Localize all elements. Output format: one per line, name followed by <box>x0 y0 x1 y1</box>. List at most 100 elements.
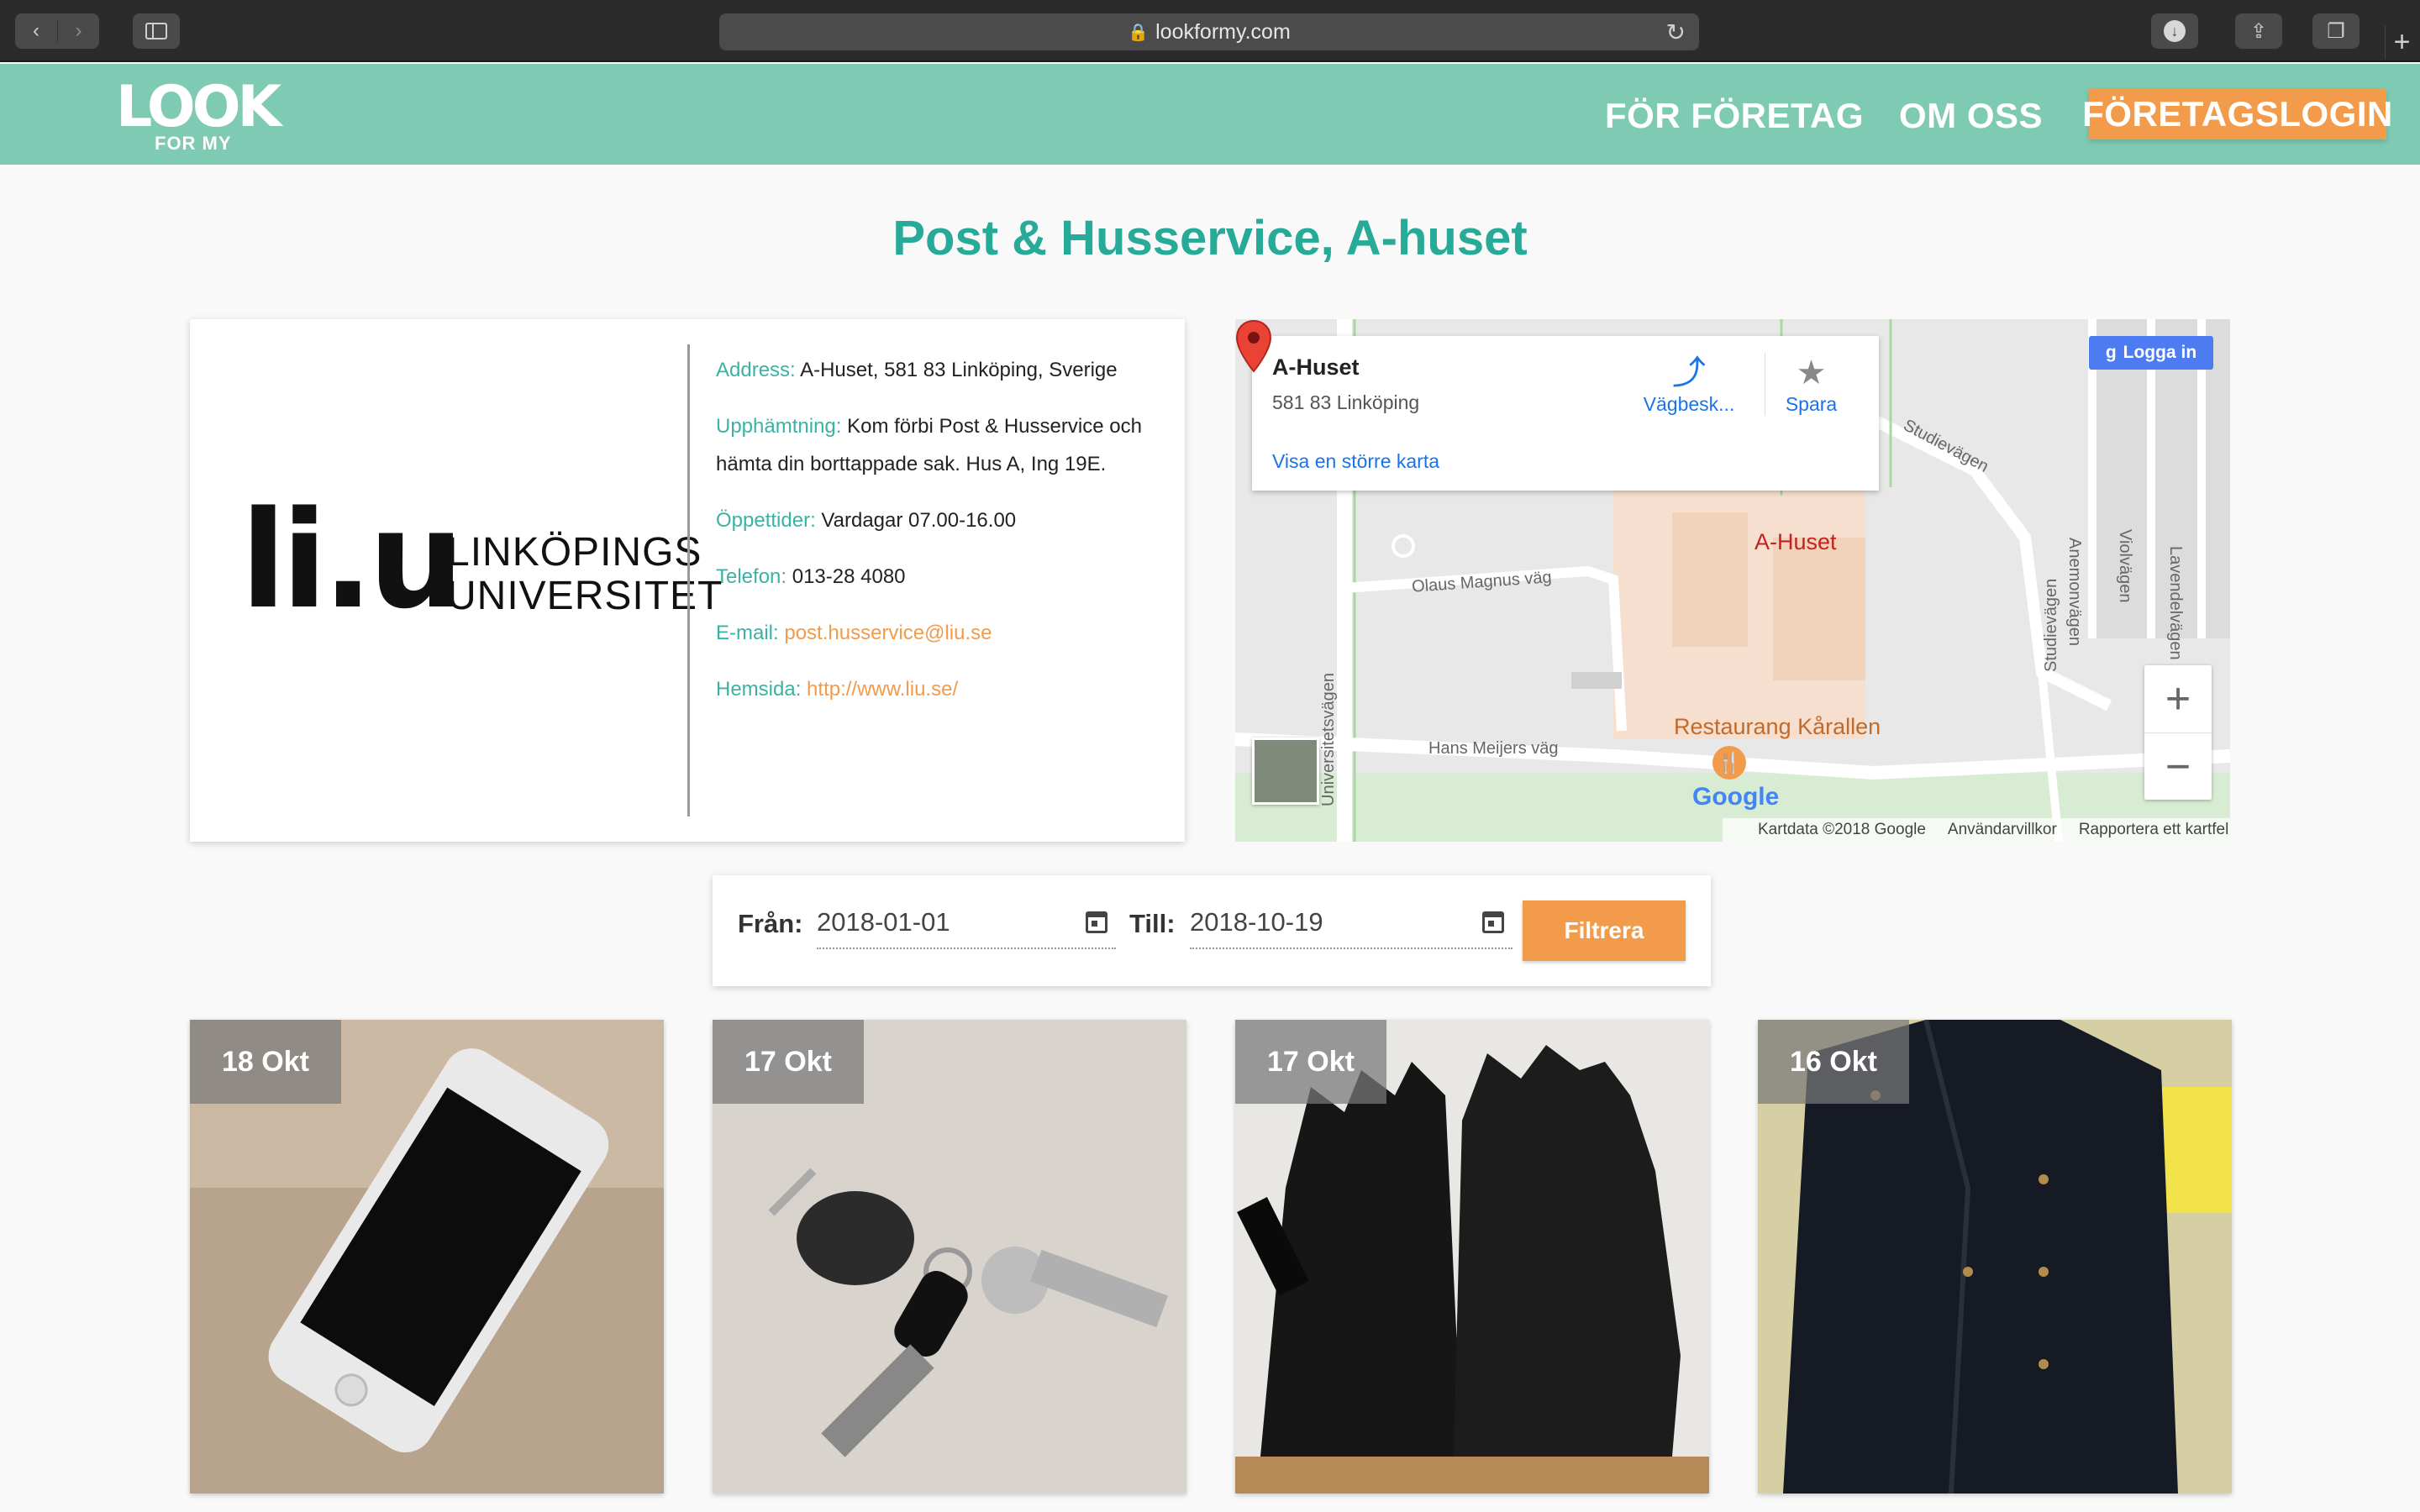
street-viol: Violvägen <box>2116 529 2134 603</box>
zoom-out-button[interactable]: − <box>2144 732 2212 800</box>
from-date-input[interactable]: 2018-01-01 <box>817 897 1116 949</box>
site-logo[interactable]: LOOK FOR MY <box>116 74 281 155</box>
google-login-label: Logga in <box>2123 343 2197 362</box>
place-name: A-Huset <box>1272 354 1360 380</box>
tabs-icon: ❐ <box>2327 19 2345 43</box>
map-data-credit: Kartdata ©2018 Google <box>1758 821 1926 838</box>
save-button[interactable]: ★ Spara <box>1765 353 1857 416</box>
phone-label: Telefon: <box>716 565 787 588</box>
street-lavendel: Lavendelvägen <box>2166 546 2185 660</box>
email-label: E-mail: <box>716 622 779 644</box>
embedded-map[interactable]: Olaus Magnus väg Hans Meijers väg Studie… <box>1235 319 2230 842</box>
phone-value: 013-28 4080 <box>792 565 906 588</box>
calendar-icon[interactable] <box>1086 911 1107 933</box>
lost-item-card[interactable]: 17 Okt <box>713 1020 1186 1494</box>
restaurant-label[interactable]: Restaurang Kårallen <box>1674 714 1881 740</box>
pin-label: A-Huset <box>1754 529 1837 554</box>
from-date-value: 2018-01-01 <box>817 907 950 937</box>
site-header: LOOK FOR MY FÖR FÖRETAG OM OSS FÖRETAGSL… <box>0 64 2420 165</box>
lost-item-card[interactable]: 17 Okt <box>1235 1020 1709 1494</box>
directions-button[interactable]: ⤴ Vägbesk... <box>1639 353 1739 416</box>
logo-look: LOOK <box>116 74 281 140</box>
google-g-icon: g <box>2105 343 2117 362</box>
street-hans: Hans Meijers väg <box>1428 739 1559 758</box>
new-tab-button[interactable]: + <box>2385 25 2418 59</box>
hours-value: Vardagar 07.00-16.00 <box>821 509 1017 532</box>
liu-logo-mark: li.u <box>240 481 464 638</box>
website-link[interactable]: http://www.liu.se/ <box>807 678 958 701</box>
hours-row: Öppettider: Vardagar 07.00-16.00 <box>716 501 1170 539</box>
report-error-link[interactable]: Rapportera ett kartfel <box>2079 821 2228 839</box>
logo-for-my: FOR MY <box>155 133 232 154</box>
google-login-button[interactable]: g Logga in <box>2089 336 2213 370</box>
map-footer: Kartdata ©2018 Google Användarvillkor Ra… <box>1723 818 2230 842</box>
zoom-controls: + − <box>2144 665 2212 800</box>
email-link[interactable]: post.husservice@liu.se <box>784 622 992 644</box>
lost-item-card[interactable]: 18 Okt <box>190 1020 664 1494</box>
calendar-icon[interactable] <box>1482 911 1504 933</box>
website-label: Hemsida: <box>716 678 802 701</box>
to-date-input[interactable]: 2018-10-19 <box>1190 897 1512 949</box>
found-date-badge: 17 Okt <box>1235 1020 1386 1104</box>
phone-row: Telefon: 013-28 4080 <box>716 558 1170 596</box>
directions-icon: ⤴ <box>1672 354 1706 391</box>
terms-link[interactable]: Användarvillkor <box>1948 821 2057 839</box>
page-title: Post & Husservice, A-huset <box>892 211 1528 265</box>
liu-logo-line2: UNIVERSITET <box>447 574 723 618</box>
street-view-thumbnail[interactable] <box>1252 738 1319 805</box>
place-address: 581 83 Linköping <box>1272 391 1420 413</box>
hours-label: Öppettider: <box>716 509 816 532</box>
to-label: Till: <box>1129 909 1176 938</box>
street-anemon: Anemonvägen <box>2065 538 2084 646</box>
to-date-value: 2018-10-19 <box>1190 907 1323 937</box>
forward-icon[interactable]: › <box>57 19 99 43</box>
liu-logo-line1: LINKÖPINGS <box>447 530 702 575</box>
nav-about-us[interactable]: OM OSS <box>1899 96 2043 136</box>
browser-toolbar: ‹ › 🔒 lookformy.com ↻ ↓ ⇪ ❐ + <box>0 0 2420 62</box>
history-nav: ‹ › <box>15 13 99 49</box>
star-icon: ★ <box>1796 354 1827 391</box>
share-button[interactable]: ⇪ <box>2235 13 2282 49</box>
sidebar-toggle-button[interactable] <box>133 13 180 49</box>
found-date-badge: 18 Okt <box>190 1020 341 1104</box>
google-logo: Google <box>1692 783 1779 811</box>
contact-info: Address: A-Huset, 581 83 Linköping, Sver… <box>716 351 1170 727</box>
save-label: Spara <box>1785 393 1838 415</box>
place-card: A-Huset 581 83 Linköping Visa en större … <box>1252 336 1879 491</box>
found-date-badge: 17 Okt <box>713 1020 864 1104</box>
share-icon: ⇪ <box>2249 19 2268 43</box>
back-icon[interactable]: ‹ <box>15 19 57 43</box>
address-row: Address: A-Huset, 581 83 Linköping, Sver… <box>716 351 1170 389</box>
map-pin-icon[interactable] <box>1235 319 1272 373</box>
sidebar-icon <box>145 23 167 39</box>
reload-icon[interactable]: ↻ <box>1666 18 1686 46</box>
address-label: Address: <box>716 359 796 381</box>
organization-card: li.u LINKÖPINGS UNIVERSITET Address: A-H… <box>190 319 1185 842</box>
website-row: Hemsida: http://www.liu.se/ <box>716 670 1170 708</box>
street-universitet-vertical: Universitetsvägen <box>1319 673 1338 806</box>
downloads-button[interactable]: ↓ <box>2151 13 2198 49</box>
restaurant-icon[interactable]: 🍴 <box>1712 746 1746 780</box>
pickup-label: Upphämtning: <box>716 415 842 438</box>
address-bar[interactable]: 🔒 lookformy.com ↻ <box>719 13 1699 50</box>
tab-overview-button[interactable]: ❐ <box>2312 13 2360 49</box>
filter-button[interactable]: Filtrera <box>1523 900 1686 961</box>
nav-for-companies[interactable]: FÖR FÖRETAG <box>1605 96 1864 136</box>
lost-item-card[interactable]: 16 Okt <box>1758 1020 2232 1494</box>
address-value: A-Huset, 581 83 Linköping, Sverige <box>800 359 1118 381</box>
liu-logo: li.u LINKÖPINGS UNIVERSITET <box>240 481 722 638</box>
found-date-badge: 16 Okt <box>1758 1020 1909 1104</box>
from-label: Från: <box>738 909 803 938</box>
date-filter: Från: 2018-01-01 Till: 2018-10-19 Filtre… <box>713 875 1711 986</box>
liu-logo-text: LINKÖPINGS UNIVERSITET <box>447 531 723 618</box>
card-divider <box>687 344 690 816</box>
pickup-row: Upphämtning: Kom förbi Post & Husservice… <box>716 407 1170 483</box>
directions-label: Vägbesk... <box>1643 393 1735 415</box>
email-row: E-mail: post.husservice@liu.se <box>716 614 1170 652</box>
zoom-in-button[interactable]: + <box>2144 665 2212 732</box>
lock-icon: 🔒 <box>1128 23 1150 42</box>
url-text: lookformy.com <box>1155 19 1291 44</box>
company-login-button[interactable]: FÖRETAGSLOGIN <box>2082 89 2392 139</box>
download-icon: ↓ <box>2164 20 2186 42</box>
larger-map-link[interactable]: Visa en större karta <box>1272 450 1439 473</box>
